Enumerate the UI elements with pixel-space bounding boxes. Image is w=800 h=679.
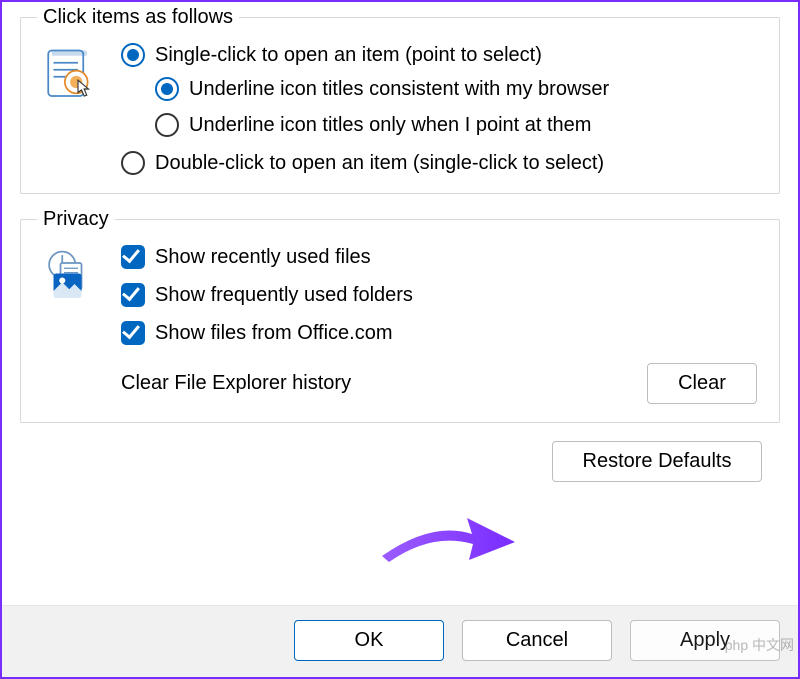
- restore-row: Restore Defaults: [20, 437, 780, 498]
- click-group-content: Single-click to open an item (point to s…: [39, 43, 761, 175]
- radio-icon: [155, 113, 179, 137]
- single-click-option[interactable]: Single-click to open an item (point to s…: [121, 43, 761, 67]
- show-recent-label: Show recently used files: [155, 246, 371, 269]
- underline-point-label: Underline icon titles only when I point …: [189, 114, 591, 137]
- radio-icon: [121, 43, 145, 67]
- double-click-label: Double-click to open an item (single-cli…: [155, 152, 604, 175]
- click-items-icon: [39, 47, 103, 111]
- checkbox-icon: [121, 283, 145, 307]
- clear-history-label: Clear File Explorer history: [121, 372, 351, 395]
- click-items-legend: Click items as follows: [37, 6, 239, 29]
- privacy-icon: [39, 249, 103, 313]
- checkbox-icon: [121, 321, 145, 345]
- underline-suboptions: Underline icon titles consistent with my…: [121, 77, 761, 137]
- apply-button[interactable]: Apply: [630, 620, 780, 661]
- privacy-legend: Privacy: [37, 208, 115, 231]
- show-recent-option[interactable]: Show recently used files: [121, 245, 761, 269]
- show-office-label: Show files from Office.com: [155, 322, 392, 345]
- clear-history-row: Clear File Explorer history Clear: [121, 359, 761, 404]
- underline-point-option[interactable]: Underline icon titles only when I point …: [155, 113, 761, 137]
- click-options: Single-click to open an item (point to s…: [121, 43, 761, 175]
- single-click-label: Single-click to open an item (point to s…: [155, 44, 542, 67]
- underline-browser-label: Underline icon titles consistent with my…: [189, 78, 609, 101]
- dialog-body: Click items as follows Single-click to: [2, 2, 798, 508]
- radio-icon: [121, 151, 145, 175]
- dialog-footer: OK Cancel Apply: [2, 605, 798, 677]
- privacy-options: Show recently used files Show frequently…: [121, 245, 761, 404]
- double-click-option[interactable]: Double-click to open an item (single-cli…: [121, 151, 761, 175]
- radio-icon: [155, 77, 179, 101]
- ok-button[interactable]: OK: [294, 620, 444, 661]
- checkbox-icon: [121, 245, 145, 269]
- privacy-group: Privacy Show recently used: [20, 208, 780, 423]
- annotation-arrow-icon: [377, 506, 517, 570]
- underline-browser-option[interactable]: Underline icon titles consistent with my…: [155, 77, 761, 101]
- clear-button[interactable]: Clear: [647, 363, 757, 404]
- restore-defaults-button[interactable]: Restore Defaults: [552, 441, 762, 482]
- click-items-group: Click items as follows Single-click to: [20, 6, 780, 194]
- show-frequent-option[interactable]: Show frequently used folders: [121, 283, 761, 307]
- cancel-button[interactable]: Cancel: [462, 620, 612, 661]
- privacy-group-content: Show recently used files Show frequently…: [39, 245, 761, 404]
- show-frequent-label: Show frequently used folders: [155, 284, 413, 307]
- show-office-option[interactable]: Show files from Office.com: [121, 321, 761, 345]
